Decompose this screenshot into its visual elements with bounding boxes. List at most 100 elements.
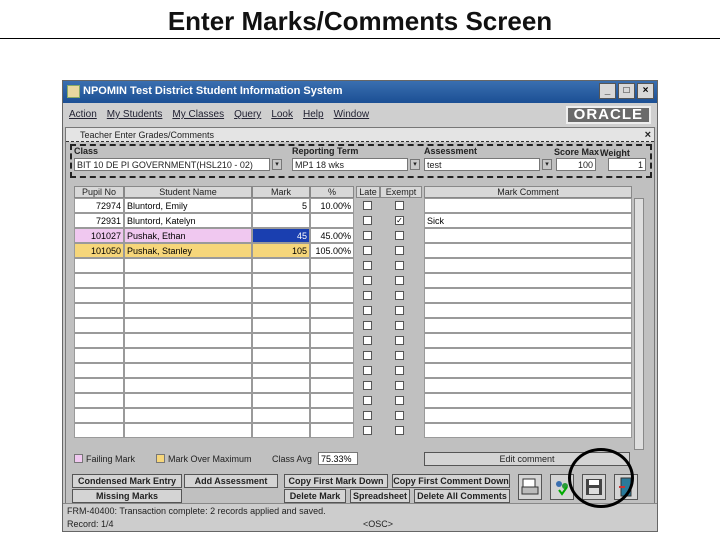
exempt-checkbox[interactable] bbox=[395, 321, 404, 330]
menu-action[interactable]: Action bbox=[69, 109, 97, 127]
percent-cell[interactable] bbox=[310, 318, 354, 333]
student-name-cell[interactable] bbox=[124, 288, 252, 303]
printer-icon[interactable] bbox=[518, 474, 542, 500]
student-name-cell[interactable] bbox=[124, 378, 252, 393]
percent-cell[interactable] bbox=[310, 303, 354, 318]
late-checkbox[interactable] bbox=[363, 381, 372, 390]
mark-cell[interactable] bbox=[252, 363, 310, 378]
student-name-cell[interactable]: Pushak, Ethan bbox=[124, 228, 252, 243]
mark-cell[interactable] bbox=[252, 393, 310, 408]
pupil-no-cell[interactable] bbox=[74, 378, 124, 393]
exempt-checkbox[interactable]: ✓ bbox=[395, 216, 404, 225]
menu-look[interactable]: Look bbox=[271, 109, 293, 127]
pupil-no-cell[interactable] bbox=[74, 408, 124, 423]
late-checkbox[interactable] bbox=[363, 366, 372, 375]
exempt-checkbox[interactable] bbox=[395, 426, 404, 435]
late-checkbox[interactable] bbox=[363, 291, 372, 300]
student-name-cell[interactable]: Bluntord, Katelyn bbox=[124, 213, 252, 228]
mark-cell[interactable] bbox=[252, 333, 310, 348]
comment-cell[interactable] bbox=[424, 198, 632, 213]
minimize-button[interactable]: _ bbox=[599, 83, 616, 99]
comment-cell[interactable] bbox=[424, 288, 632, 303]
percent-cell[interactable] bbox=[310, 363, 354, 378]
class-field[interactable]: BIT 10 DE PI GOVERNMENT(HSL210 - 02) bbox=[74, 158, 270, 171]
pupil-no-cell[interactable] bbox=[74, 333, 124, 348]
late-checkbox[interactable] bbox=[363, 306, 372, 315]
pupil-no-cell[interactable] bbox=[74, 348, 124, 363]
mark-cell[interactable] bbox=[252, 213, 310, 228]
percent-cell[interactable]: 10.00% bbox=[310, 198, 354, 213]
delete-mark-button[interactable]: Delete Mark bbox=[284, 489, 346, 503]
assessment-field[interactable]: test bbox=[424, 158, 540, 171]
percent-cell[interactable] bbox=[310, 348, 354, 363]
mark-cell[interactable] bbox=[252, 258, 310, 273]
student-name-cell[interactable] bbox=[124, 273, 252, 288]
mark-cell[interactable] bbox=[252, 303, 310, 318]
student-name-cell[interactable] bbox=[124, 408, 252, 423]
spreadsheet-button[interactable]: Spreadsheet bbox=[350, 489, 410, 503]
exempt-checkbox[interactable] bbox=[395, 201, 404, 210]
class-dropdown-icon[interactable]: ▾ bbox=[272, 159, 282, 170]
late-checkbox[interactable] bbox=[363, 276, 372, 285]
student-name-cell[interactable] bbox=[124, 393, 252, 408]
pupil-no-cell[interactable] bbox=[74, 423, 124, 438]
student-name-cell[interactable] bbox=[124, 423, 252, 438]
student-name-cell[interactable] bbox=[124, 333, 252, 348]
grid-scrollbar[interactable] bbox=[634, 198, 644, 450]
menu-help[interactable]: Help bbox=[303, 109, 324, 127]
percent-cell[interactable] bbox=[310, 333, 354, 348]
exempt-checkbox[interactable] bbox=[395, 231, 404, 240]
close-button[interactable]: × bbox=[637, 83, 654, 99]
pupil-no-cell[interactable] bbox=[74, 393, 124, 408]
mark-cell[interactable] bbox=[252, 273, 310, 288]
exempt-checkbox[interactable] bbox=[395, 336, 404, 345]
student-name-cell[interactable] bbox=[124, 363, 252, 378]
percent-cell[interactable] bbox=[310, 213, 354, 228]
late-checkbox[interactable] bbox=[363, 411, 372, 420]
percent-cell[interactable]: 105.00% bbox=[310, 243, 354, 258]
percent-cell[interactable] bbox=[310, 408, 354, 423]
late-checkbox[interactable] bbox=[363, 231, 372, 240]
student-name-cell[interactable]: Bluntord, Emily bbox=[124, 198, 252, 213]
term-field[interactable]: MP1 18 wks bbox=[292, 158, 408, 171]
late-checkbox[interactable] bbox=[363, 351, 372, 360]
mark-cell[interactable] bbox=[252, 288, 310, 303]
comment-cell[interactable] bbox=[424, 378, 632, 393]
percent-cell[interactable] bbox=[310, 423, 354, 438]
menu-my-students[interactable]: My Students bbox=[107, 109, 163, 127]
exempt-checkbox[interactable] bbox=[395, 306, 404, 315]
exempt-checkbox[interactable] bbox=[395, 261, 404, 270]
copy-first-comment-button[interactable]: Copy First Comment Down bbox=[392, 474, 510, 488]
student-name-cell[interactable]: Pushak, Stanley bbox=[124, 243, 252, 258]
mark-cell[interactable] bbox=[252, 318, 310, 333]
percent-cell[interactable]: 45.00% bbox=[310, 228, 354, 243]
late-checkbox[interactable] bbox=[363, 396, 372, 405]
assessment-dropdown-icon[interactable]: ▾ bbox=[542, 159, 552, 170]
late-checkbox[interactable] bbox=[363, 246, 372, 255]
pupil-no-cell[interactable] bbox=[74, 273, 124, 288]
exempt-checkbox[interactable] bbox=[395, 351, 404, 360]
mark-cell[interactable]: 5 bbox=[252, 198, 310, 213]
missing-marks-button[interactable]: Missing Marks bbox=[72, 489, 182, 503]
comment-cell[interactable] bbox=[424, 258, 632, 273]
student-name-cell[interactable] bbox=[124, 348, 252, 363]
mark-cell[interactable] bbox=[252, 423, 310, 438]
mark-cell[interactable] bbox=[252, 378, 310, 393]
maximize-button[interactable]: □ bbox=[618, 83, 635, 99]
pupil-no-cell[interactable]: 72931 bbox=[74, 213, 124, 228]
exempt-checkbox[interactable] bbox=[395, 411, 404, 420]
delete-all-comments-button[interactable]: Delete All Comments bbox=[414, 489, 510, 503]
exempt-checkbox[interactable] bbox=[395, 366, 404, 375]
comment-cell[interactable] bbox=[424, 243, 632, 258]
pupil-no-cell[interactable]: 72974 bbox=[74, 198, 124, 213]
condensed-mark-entry-button[interactable]: Condensed Mark Entry bbox=[72, 474, 182, 488]
pupil-no-cell[interactable] bbox=[74, 288, 124, 303]
late-checkbox[interactable] bbox=[363, 321, 372, 330]
comment-cell[interactable] bbox=[424, 408, 632, 423]
menu-my-classes[interactable]: My Classes bbox=[172, 109, 224, 127]
percent-cell[interactable] bbox=[310, 273, 354, 288]
menu-window[interactable]: Window bbox=[334, 109, 370, 127]
score-max-field[interactable]: 100 bbox=[556, 158, 596, 171]
exempt-checkbox[interactable] bbox=[395, 381, 404, 390]
comment-cell[interactable]: Sick bbox=[424, 213, 632, 228]
